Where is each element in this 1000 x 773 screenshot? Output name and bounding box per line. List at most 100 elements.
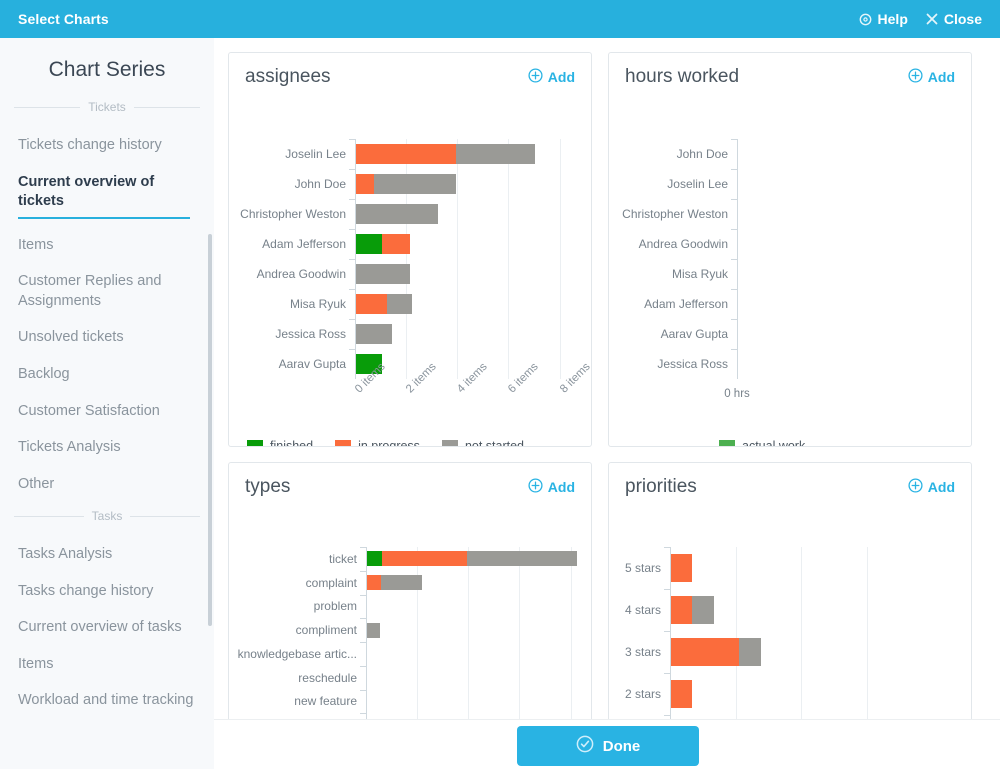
bar-segment-finished[interactable] (367, 551, 382, 566)
category-label: complaint (228, 576, 357, 590)
category-label: Aarav Gupta (608, 327, 728, 341)
sidebar-item-current-overview-of-tickets[interactable]: Current overview of tickets (0, 165, 214, 228)
legend-item[interactable]: finished (247, 439, 313, 447)
sidebar-item-tasks-analysis[interactable]: Tasks Analysis (0, 537, 214, 574)
gridline (519, 547, 520, 737)
plus-circle-icon (908, 478, 923, 496)
add-chart-label: Add (928, 479, 955, 495)
bar-segment-in-progress[interactable] (671, 554, 692, 582)
x-axis-tick-label: 4 items (455, 361, 490, 396)
bar-segment-not-started[interactable] (381, 575, 422, 590)
legend-swatch (335, 440, 351, 448)
category-label: John Doe (608, 147, 728, 161)
bar[interactable] (356, 204, 438, 224)
plot-area: Joselin LeeJohn DoeChristopher WestonAda… (355, 139, 580, 379)
bar[interactable] (671, 554, 692, 582)
plot-area: ticketcomplaintproblemcomplimentknowledg… (366, 547, 591, 737)
add-chart-button[interactable]: Add (528, 68, 575, 86)
chart-legend: actual work (719, 439, 805, 447)
sidebar-item-unsolved-tickets[interactable]: Unsolved tickets (0, 320, 214, 357)
sidebar-item-customer-replies-and-assignments[interactable]: Customer Replies and Assignments (0, 264, 214, 320)
bar[interactable] (671, 638, 761, 666)
axis-tick (349, 139, 355, 140)
bar-segment-not-started[interactable] (374, 174, 456, 194)
bar[interactable] (356, 264, 410, 284)
bar-segment-not-started[interactable] (739, 638, 761, 666)
category-label: 3 stars (609, 645, 661, 659)
hours-worked-bar-chart[interactable]: John DoeJoselin LeeChristopher WestonAnd… (609, 87, 971, 447)
bar-segment-not-started[interactable] (367, 623, 380, 638)
bar[interactable] (356, 324, 392, 344)
sidebar-item-label: Other (18, 476, 54, 492)
category-label: reschedule (228, 671, 357, 685)
category-label: 2 stars (609, 687, 661, 701)
close-button[interactable]: Close (926, 11, 982, 27)
chart-series-sidebar[interactable]: Chart Series TicketsTickets change histo… (0, 38, 215, 773)
bar[interactable] (367, 551, 577, 566)
bar[interactable] (356, 234, 410, 254)
bar-segment-not-started[interactable] (467, 551, 577, 566)
bar[interactable] (367, 623, 380, 638)
sidebar-item-tickets-analysis[interactable]: Tickets Analysis (0, 430, 214, 467)
sidebar-group-separator: Tasks (0, 509, 214, 523)
sidebar-item-customer-satisfaction[interactable]: Customer Satisfaction (0, 394, 214, 431)
bar-segment-in-progress[interactable] (356, 144, 456, 164)
help-button[interactable]: Help (859, 11, 908, 27)
sidebar-scrollbar[interactable] (208, 234, 212, 626)
card-title: hours worked (625, 66, 739, 88)
legend-item[interactable]: in progress (335, 439, 420, 447)
bar-segment-in-progress[interactable] (367, 575, 381, 590)
legend-item[interactable]: not started (442, 439, 524, 447)
axis-tick (664, 673, 670, 674)
chart-card-priorities: priorities Add 5 stars4 stars3 stars2 st… (608, 462, 972, 759)
bar-segment-not-started[interactable] (356, 324, 392, 344)
category-label: Andrea Goodwin (608, 237, 728, 251)
close-label: Close (944, 11, 982, 27)
card-title: types (245, 476, 290, 498)
bar-segment-finished[interactable] (356, 234, 382, 254)
bar[interactable] (671, 596, 714, 624)
sidebar-item-tasks-change-history[interactable]: Tasks change history (0, 574, 214, 611)
bar[interactable] (671, 680, 692, 708)
dialog-titlebar: Select Charts Help Close (0, 0, 1000, 38)
bar-segment-in-progress[interactable] (356, 174, 374, 194)
sidebar-item-current-overview-of-tasks[interactable]: Current overview of tasks (0, 610, 214, 647)
add-chart-button[interactable]: Add (528, 478, 575, 496)
legend-item[interactable]: actual work (719, 439, 805, 447)
bar-segment-in-progress[interactable] (382, 551, 466, 566)
sidebar-item-other[interactable]: Other (0, 467, 214, 504)
axis-tick (731, 349, 737, 350)
sidebar-item-backlog[interactable]: Backlog (0, 357, 214, 394)
chart-card-types: types Add ticketcomplaintproblemcomplime… (228, 462, 592, 759)
separator-line (14, 107, 80, 108)
sidebar-heading: Chart Series (0, 38, 214, 94)
axis-tick (349, 319, 355, 320)
add-chart-button[interactable]: Add (908, 68, 955, 86)
axis-tick (731, 199, 737, 200)
done-button[interactable]: Done (517, 726, 699, 766)
bar-segment-in-progress[interactable] (671, 680, 692, 708)
category-label: Adam Jefferson (228, 237, 346, 251)
bar-segment-in-progress[interactable] (356, 294, 387, 314)
sidebar-item-tickets-change-history[interactable]: Tickets change history (0, 128, 214, 165)
sidebar-item-items[interactable]: Items (0, 228, 214, 265)
bar-segment-not-started[interactable] (356, 264, 410, 284)
bar-segment-not-started[interactable] (387, 294, 413, 314)
bar-segment-not-started[interactable] (456, 144, 535, 164)
axis-tick (360, 595, 366, 596)
sidebar-item-label: Backlog (18, 366, 70, 382)
card-title: assignees (245, 66, 331, 88)
bar[interactable] (356, 144, 535, 164)
bar[interactable] (356, 294, 412, 314)
bar-segment-not-started[interactable] (356, 204, 438, 224)
bar-segment-in-progress[interactable] (671, 638, 739, 666)
add-chart-button[interactable]: Add (908, 478, 955, 496)
bar-segment-in-progress[interactable] (382, 234, 410, 254)
bar-segment-in-progress[interactable] (671, 596, 692, 624)
bar-segment-not-started[interactable] (692, 596, 714, 624)
bar[interactable] (356, 174, 456, 194)
sidebar-item-items[interactable]: Items (0, 647, 214, 684)
assignees-bar-chart[interactable]: Joselin LeeJohn DoeChristopher WestonAda… (229, 87, 591, 447)
bar[interactable] (367, 575, 422, 590)
sidebar-item-workload-and-time-tracking[interactable]: Workload and time tracking (0, 683, 214, 720)
